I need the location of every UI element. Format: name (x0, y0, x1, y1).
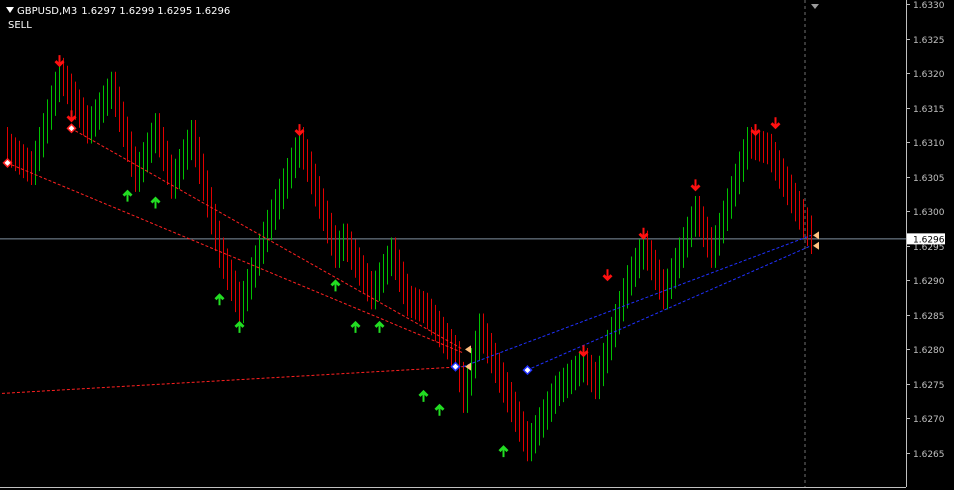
y-tick-label: 1.6270 (913, 415, 945, 425)
blue-trendline (462, 234, 812, 368)
price-label-flag (813, 241, 819, 250)
y-tick-label: 1.6290 (913, 277, 945, 287)
buy-arrow-shape (330, 279, 341, 292)
high-price: 1.6299 (119, 6, 155, 17)
sell-arrow-shape (690, 179, 701, 192)
y-tick-label: 1.6315 (913, 105, 945, 115)
buy-arrow-icon (374, 320, 385, 333)
sell-arrow-icon (770, 117, 781, 130)
y-tick-label: 1.6280 (913, 346, 945, 356)
y-tick-label: 1.6325 (913, 36, 945, 46)
sell-arrow-icon (602, 269, 613, 282)
chart-header: GBPUSD,M3 1.6297 1.6299 1.6295 1.6296 (6, 6, 233, 18)
sell-arrow-shape (770, 117, 781, 130)
buy-arrow-shape (122, 189, 133, 202)
buy-arrow-shape (434, 403, 445, 416)
pivot-diamond-marker[interactable] (2, 157, 13, 168)
chart-shift-icon (811, 4, 819, 9)
sell-arrow-shape (602, 269, 613, 282)
buy-arrow-shape (214, 293, 225, 306)
buy-arrow-icon (434, 403, 445, 416)
buy-arrow-icon (330, 279, 341, 292)
chart-window[interactable]: 1.6330 1.6325 1.6320 1.6315 1.6310 1.6305 1.63… (0, 0, 954, 490)
y-tick-label: 1.6265 (913, 450, 945, 460)
buy-arrow-icon (418, 389, 429, 402)
buy-arrow-shape (350, 320, 361, 333)
blue-trendline (526, 245, 812, 371)
y-tick-label: 1.6320 (913, 70, 945, 80)
y-tick-label: 1.6310 (913, 139, 945, 149)
buy-arrow-icon (498, 445, 509, 458)
close-price: 1.6296 (195, 6, 231, 17)
current-price-label: 1.6296 (913, 235, 945, 245)
signal-label: SELL (8, 20, 32, 31)
open-price: 1.6297 (81, 6, 117, 17)
y-tick-label: 1.6305 (913, 174, 945, 184)
price-label-flag (465, 345, 471, 354)
symbol-timeframe: GBPUSD,M3 (17, 6, 78, 17)
price-label-flag (813, 231, 819, 240)
buy-arrow-icon (350, 320, 361, 333)
red-trendline (0, 366, 464, 395)
buy-arrow-shape (374, 320, 385, 333)
sell-arrow-icon (690, 179, 701, 192)
buy-arrow-icon (122, 189, 133, 202)
buy-arrow-shape (418, 389, 429, 402)
y-tick-label: 1.6300 (913, 208, 945, 218)
y-tick-label: 1.6275 (913, 381, 945, 391)
pivot-diamond-marker[interactable] (66, 123, 77, 134)
buy-arrow-shape (498, 445, 509, 458)
buy-arrow-icon (150, 196, 161, 209)
y-tick-label: 1.6330 (913, 1, 945, 11)
y-tick-label: 1.6285 (913, 312, 945, 322)
red-trendline (6, 162, 464, 354)
buy-arrow-icon (214, 293, 225, 306)
pivot-diamond-marker[interactable] (450, 361, 461, 372)
dropdown-triangle-icon[interactable] (6, 7, 14, 13)
pivot-diamond-marker[interactable] (522, 365, 533, 376)
price-chart[interactable]: 1.6330 1.6325 1.6320 1.6315 1.6310 1.6305 1.63… (0, 0, 954, 490)
low-price: 1.6295 (157, 6, 193, 17)
buy-arrow-shape (150, 196, 161, 209)
